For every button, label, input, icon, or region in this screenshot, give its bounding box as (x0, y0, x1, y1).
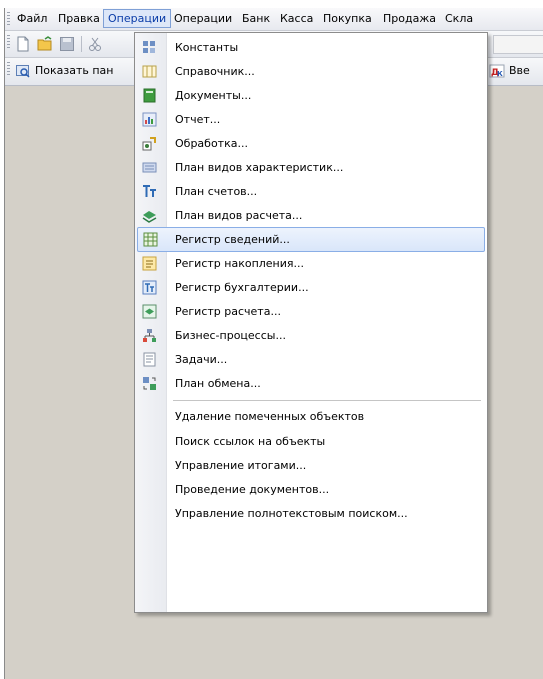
save-icon[interactable] (59, 36, 75, 52)
menu-item-delete-marked[interactable]: Удаление помеченных объектов (137, 405, 483, 428)
report-icon (142, 112, 157, 127)
show-panel-icon (16, 65, 30, 78)
menu-item-label: Управление итогами... (175, 459, 307, 472)
toolbar2-grip[interactable] (7, 62, 10, 76)
menu-item-totals-management[interactable]: Управление итогами... (137, 454, 483, 477)
menu-item-calculation-types[interactable]: План видов расчета... (137, 204, 483, 227)
show-panel-button[interactable]: Показать пан (15, 61, 135, 81)
business-process-icon (143, 329, 156, 342)
menu-item-label: Проведение документов... (175, 483, 330, 496)
calculation-register-icon (142, 304, 157, 319)
data-processor-icon (142, 137, 156, 151)
menu-item-label: План видов характеристик... (175, 161, 344, 174)
menu-item-label: Отчет... (175, 113, 221, 126)
tasks-icon (143, 352, 156, 367)
menu-item-catalog[interactable]: Справочник... (137, 60, 483, 83)
menu-item-label: Задачи... (175, 353, 228, 366)
operations-dropdown-menu: Константы Справочник... Документы... Отч… (134, 32, 488, 613)
menu-item-label: Справочник... (175, 65, 255, 78)
exchange-plan-icon (143, 377, 156, 390)
menu-item-accumulation-register[interactable]: Регистр накопления... (137, 252, 483, 275)
menu-item-label: Поиск ссылок на объекты (175, 435, 326, 448)
menu-edit[interactable]: Правка (54, 10, 104, 27)
show-panel-label: Показать пан (35, 64, 114, 77)
calculation-types-icon (142, 211, 157, 223)
menu-item-documents[interactable]: Документы... (137, 84, 483, 107)
menu-item-accounting-register[interactable]: Регистр бухгалтерии... (137, 276, 483, 299)
menu-item-characteristic-types[interactable]: План видов характеристик... (137, 156, 483, 179)
menu-separator (173, 400, 481, 401)
constants-icon (143, 41, 155, 53)
input-on-basis-label: Вве (509, 64, 530, 77)
menu-item-label: Регистр накопления... (175, 257, 305, 270)
menu-item-business-process[interactable]: Бизнес-процессы... (137, 324, 483, 347)
menu-item-label: Регистр бухгалтерии... (175, 281, 309, 294)
cut-icon[interactable] (87, 36, 103, 52)
main-menu-bar: Файл Правка Операции Операции Банк Касса… (5, 8, 543, 31)
menu-item-chart-of-accounts[interactable]: План счетов... (137, 180, 483, 203)
documents-icon (143, 88, 156, 103)
information-register-icon (143, 232, 158, 247)
menu-item-label: Регистр расчета... (175, 305, 281, 318)
input-on-basis-button[interactable]: ДК Вве (489, 61, 543, 81)
chart-of-accounts-icon (143, 185, 156, 197)
menu-item-data-processor[interactable]: Обработка... (137, 132, 483, 155)
new-document-icon[interactable] (15, 36, 31, 52)
toolbar-grip[interactable] (7, 35, 10, 49)
input-on-basis-icon: ДК (489, 64, 505, 78)
menu-item-label: План видов расчета... (175, 209, 303, 222)
menu-item-report[interactable]: Отчет... (137, 108, 483, 131)
menu-item-information-register[interactable]: Регистр сведений... (137, 227, 485, 252)
menu-operations[interactable]: Операции (103, 9, 172, 28)
menubar-grip[interactable] (7, 12, 10, 26)
svg-text:К: К (497, 70, 503, 78)
menu-item-label: План обмена... (175, 377, 261, 390)
menu-sales[interactable]: Продажа (379, 10, 440, 27)
catalog-icon (142, 65, 157, 78)
menu-item-label: Управление полнотекстовым поиском... (175, 507, 408, 520)
menu-item-label: Бизнес-процессы... (175, 329, 286, 342)
accounting-register-icon (142, 280, 157, 295)
menu-operations-2[interactable]: Операции (170, 10, 236, 27)
menu-item-document-posting[interactable]: Проведение документов... (137, 478, 483, 501)
menu-item-label: Обработка... (175, 137, 248, 150)
menu-item-fulltext-search[interactable]: Управление полнотекстовым поиском... (137, 502, 483, 525)
menu-item-calculation-register[interactable]: Регистр расчета... (137, 300, 483, 323)
menu-item-constants[interactable]: Константы (137, 36, 483, 59)
menu-file[interactable]: Файл (13, 10, 51, 27)
menu-purchase[interactable]: Покупка (319, 10, 376, 27)
menu-cash[interactable]: Касса (276, 10, 317, 27)
open-folder-icon[interactable] (37, 36, 53, 52)
accumulation-register-icon (142, 256, 157, 271)
menu-item-tasks[interactable]: Задачи... (137, 348, 483, 371)
menu-item-label: Документы... (175, 89, 252, 102)
menu-item-exchange-plan[interactable]: План обмена... (137, 372, 483, 395)
toolbar-separator (81, 36, 82, 52)
menu-item-find-references[interactable]: Поиск ссылок на объекты (137, 430, 483, 453)
menu-item-label: Удаление помеченных объектов (175, 410, 365, 423)
menu-warehouse[interactable]: Скла (441, 10, 477, 27)
toolbar-combo-box[interactable] (493, 35, 543, 54)
menu-item-label: Регистр сведений... (175, 233, 290, 246)
menu-item-label: Константы (175, 41, 239, 54)
menu-item-label: План счетов... (175, 185, 258, 198)
characteristic-types-icon (142, 162, 157, 173)
menu-bank[interactable]: Банк (238, 10, 274, 27)
